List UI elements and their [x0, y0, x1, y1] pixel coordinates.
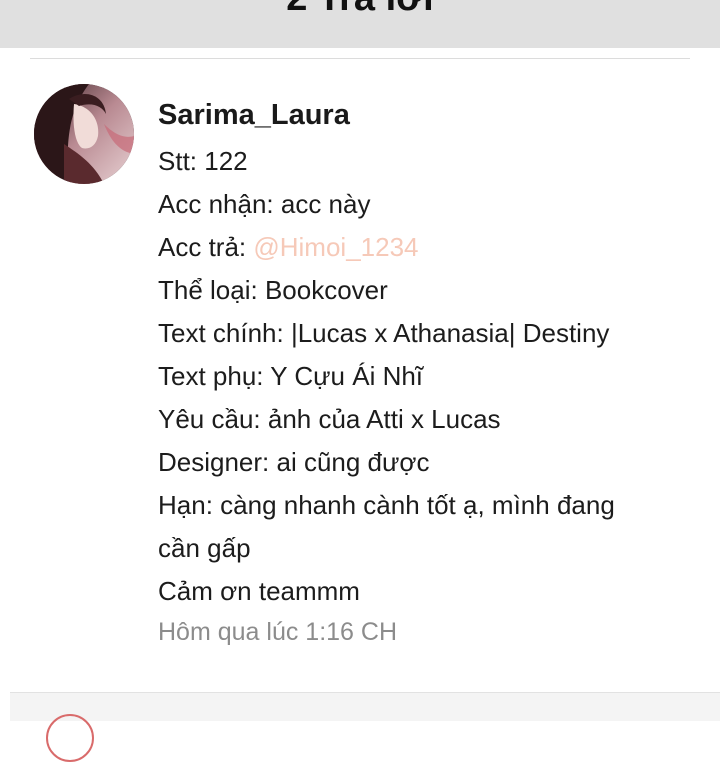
- line-text-chinh: Text chính: |Lucas x Athanasia| Destiny: [158, 318, 610, 348]
- avatar[interactable]: [34, 84, 134, 184]
- line-the-loai: Thể loại: Bookcover: [158, 275, 388, 305]
- next-comment-strip: [10, 692, 720, 721]
- line-stt: Stt: 122: [158, 146, 248, 176]
- comment-timestamp: Hôm qua lúc 1:16 CH: [158, 618, 398, 646]
- comment-username[interactable]: Sarima_Laura: [158, 94, 688, 136]
- line-acc-nhan: Acc nhận: acc này: [158, 189, 371, 219]
- line-yeu-cau: Yêu cầu: ảnh của Atti x Lucas: [158, 404, 501, 434]
- next-avatar[interactable]: [46, 714, 94, 762]
- page-title: 2 Trả lời: [0, 0, 720, 22]
- acc-tra-label: Acc trả:: [158, 232, 254, 262]
- line-acc-tra: Acc trả: @Himoi_1234: [158, 226, 688, 269]
- line-text-phu: Text phụ: Y Cựu Ái Nhĩ: [158, 361, 424, 391]
- avatar-image: [34, 84, 134, 184]
- divider: [30, 58, 690, 59]
- mention-link[interactable]: @Himoi_1234: [253, 232, 418, 262]
- line-designer: Designer: ai cũng được: [158, 447, 430, 477]
- comment-body: Sarima_Laura Stt: 122 Acc nhận: acc này …: [158, 94, 688, 652]
- line-cam-on: Cảm ơn teammm: [158, 576, 360, 606]
- header-bar: 2 Trả lời: [0, 0, 720, 48]
- line-han: Hạn: càng nhanh cành tốt ạ, mình đang: [158, 490, 615, 520]
- line-han-cont: cần gấp: [158, 533, 251, 563]
